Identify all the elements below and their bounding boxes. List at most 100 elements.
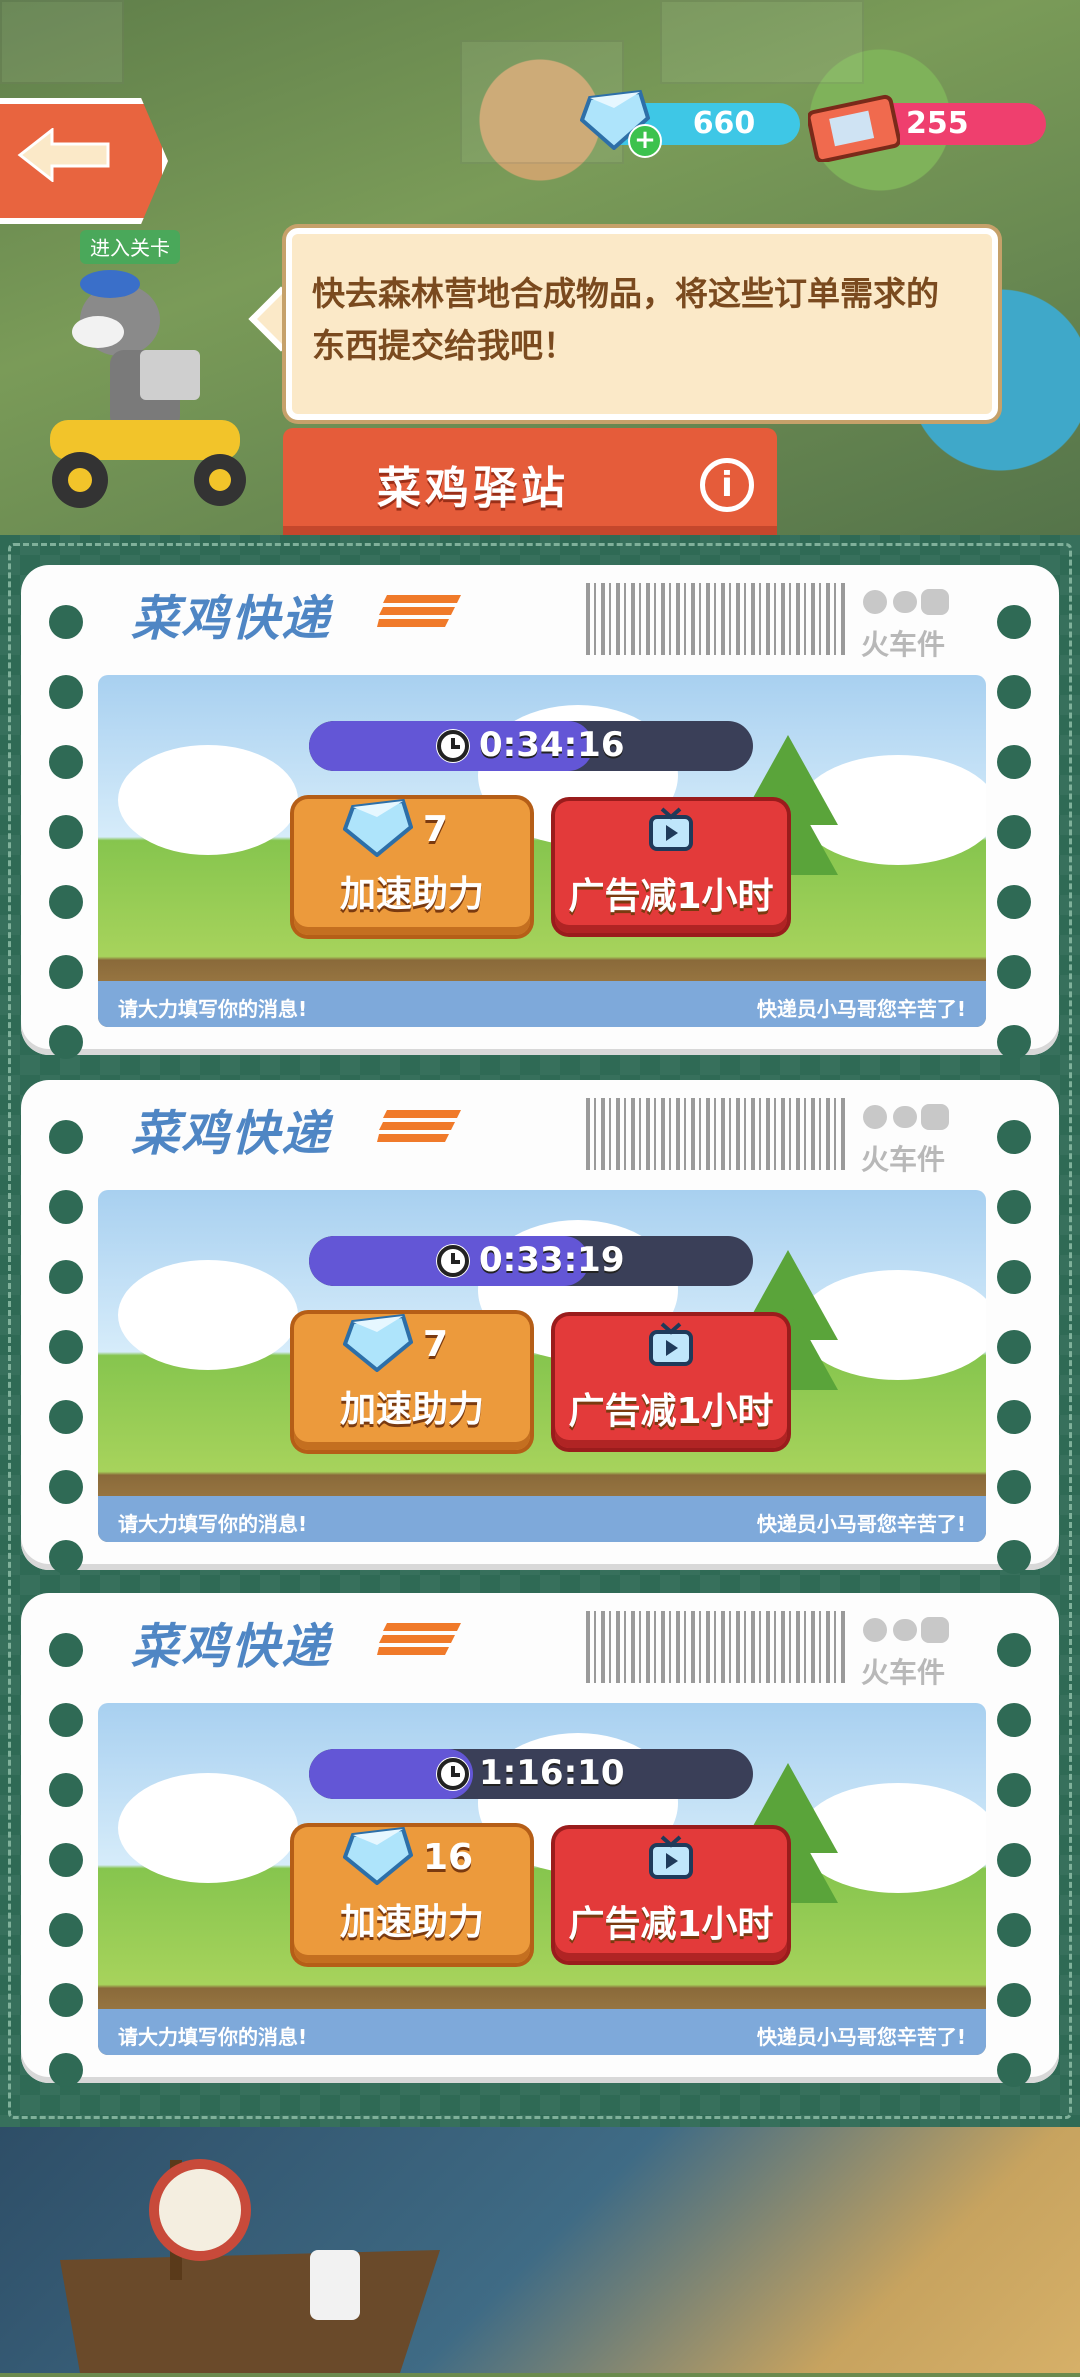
ticket-notch <box>49 1773 83 1807</box>
timer-text: 0:34:16 <box>479 725 625 765</box>
delivery-ticket-card: 菜鸡快递 火车件 请大力填写你的消息! 快递员小马哥您辛苦了! 1:16:10 <box>21 1593 1059 2087</box>
delivery-ticket-card: 菜鸡快递 火车件 请大力填写你的消息! 快递员小马哥您辛苦了! 0:34:16 <box>21 565 1059 1059</box>
train-label: 火车件 <box>861 1143 946 1176</box>
timer-text: 1:16:10 <box>479 1753 625 1793</box>
ticket-notch <box>997 885 1031 919</box>
page-title: 菜鸡驿站 <box>377 463 569 514</box>
ticket-notch <box>49 1703 83 1737</box>
ticket-notch <box>49 1025 83 1059</box>
caption-left: 请大力填写你的消息! <box>118 997 308 1021</box>
clock-icon <box>436 729 470 763</box>
diamond-icon <box>342 1312 414 1373</box>
tv-play-icon <box>648 1322 694 1368</box>
building <box>660 0 864 84</box>
train-icon <box>861 585 951 619</box>
speed-lines-icon <box>377 1619 463 1659</box>
ticket-notch <box>49 1843 83 1877</box>
pirate-ship <box>20 2140 460 2373</box>
ticket-notch <box>997 1260 1031 1294</box>
clock-icon <box>436 1244 470 1278</box>
ticket-notch <box>49 885 83 919</box>
caption-left: 请大力填写你的消息! <box>118 2025 308 2049</box>
ticket-notch <box>997 2053 1031 2087</box>
ticket-notch <box>49 955 83 989</box>
ticket-notch <box>997 1190 1031 1224</box>
ticket-notch <box>997 1983 1031 2017</box>
ticket-notch <box>49 1470 83 1504</box>
ticket-notch <box>49 1190 83 1224</box>
speed-up-label: 加速助力 <box>339 1902 484 1943</box>
ticket-notch <box>997 1025 1031 1059</box>
brand-name: 菜鸡快递 <box>131 1106 332 1162</box>
train-label: 火车件 <box>861 628 946 661</box>
ticket-notch <box>49 1330 83 1364</box>
ticket-notch <box>49 1913 83 1947</box>
ticket-notch <box>997 675 1031 709</box>
ticket-notch <box>997 1703 1031 1737</box>
ticket-notch <box>997 1633 1031 1667</box>
ticket-notch <box>49 745 83 779</box>
clock-icon <box>436 1757 470 1791</box>
barcode <box>586 1098 846 1170</box>
caption-left: 请大力填写你的消息! <box>118 1512 308 1536</box>
ticket-notch <box>997 1120 1031 1154</box>
ticket-count: 255 <box>906 106 969 141</box>
speed-lines-icon <box>377 591 463 631</box>
ticket-notch <box>49 1260 83 1294</box>
donkey-courier-character: 进入关卡 <box>40 200 280 520</box>
diamond-icon <box>342 1825 414 1886</box>
speed-gem-cost: 7 <box>423 809 449 850</box>
ticket-notch <box>49 1400 83 1434</box>
ticket-notch <box>997 955 1031 989</box>
ticket-notch <box>997 815 1031 849</box>
cloud <box>118 745 298 855</box>
ticket-notch <box>997 1843 1031 1877</box>
back-arrow-icon[interactable] <box>16 126 112 184</box>
building <box>0 0 124 84</box>
ticket-icon <box>806 90 901 164</box>
train-label: 火车件 <box>861 1656 946 1689</box>
gem-count: 660 <box>692 106 756 141</box>
speed-gem-cost: 7 <box>423 1324 449 1365</box>
brand-name: 菜鸡快递 <box>131 591 332 647</box>
timer-text: 0:33:19 <box>479 1240 625 1280</box>
diamond-icon <box>342 797 414 858</box>
ticket-notch <box>997 605 1031 639</box>
caption-right: 快递员小马哥您辛苦了! <box>756 2025 966 2049</box>
train-icon <box>861 1100 951 1134</box>
barcode <box>586 1611 846 1683</box>
cloud <box>118 1773 298 1883</box>
watch-ad-label: 广告减1小时 <box>568 1904 774 1945</box>
speed-up-label: 加速助力 <box>339 874 484 915</box>
delivery-ticket-card: 菜鸡快递 火车件 请大力填写你的消息! 快递员小马哥您辛苦了! 0:33:19 <box>21 1080 1059 1574</box>
ticket-notch <box>997 1540 1031 1574</box>
ticket-notch <box>997 1913 1031 1947</box>
npc-sign: 进入关卡 <box>90 236 170 260</box>
ticket-notch <box>997 1400 1031 1434</box>
speech-text: 快去森林营地合成物品，将这些订单需求的东西提交给我吧！ <box>312 274 939 365</box>
tv-play-icon <box>648 1835 694 1881</box>
ticket-notch <box>49 605 83 639</box>
ticket-notch <box>49 1540 83 1574</box>
caption-right: 快递员小马哥您辛苦了! <box>756 1512 966 1536</box>
ticket-notch <box>49 675 83 709</box>
tv-play-icon <box>648 807 694 853</box>
train-icon <box>861 1613 951 1647</box>
info-icon[interactable]: i <box>700 458 754 512</box>
ticket-notch <box>997 1330 1031 1364</box>
brand-name: 菜鸡快递 <box>131 1619 332 1675</box>
speed-up-label: 加速助力 <box>339 1389 484 1430</box>
ticket-notch <box>49 1983 83 2017</box>
barcode <box>586 583 846 655</box>
cloud <box>118 1260 298 1370</box>
ticket-notch <box>49 2053 83 2087</box>
watch-ad-label: 广告减1小时 <box>568 876 774 917</box>
ticket-notch <box>997 745 1031 779</box>
add-gems-button[interactable]: + <box>628 124 662 158</box>
caption-right: 快递员小马哥您辛苦了! <box>756 997 966 1021</box>
ticket-notch <box>49 815 83 849</box>
speed-lines-icon <box>377 1106 463 1146</box>
ticket-notch <box>49 1120 83 1154</box>
ticket-notch <box>997 1470 1031 1504</box>
speed-gem-cost: 16 <box>423 1837 474 1878</box>
